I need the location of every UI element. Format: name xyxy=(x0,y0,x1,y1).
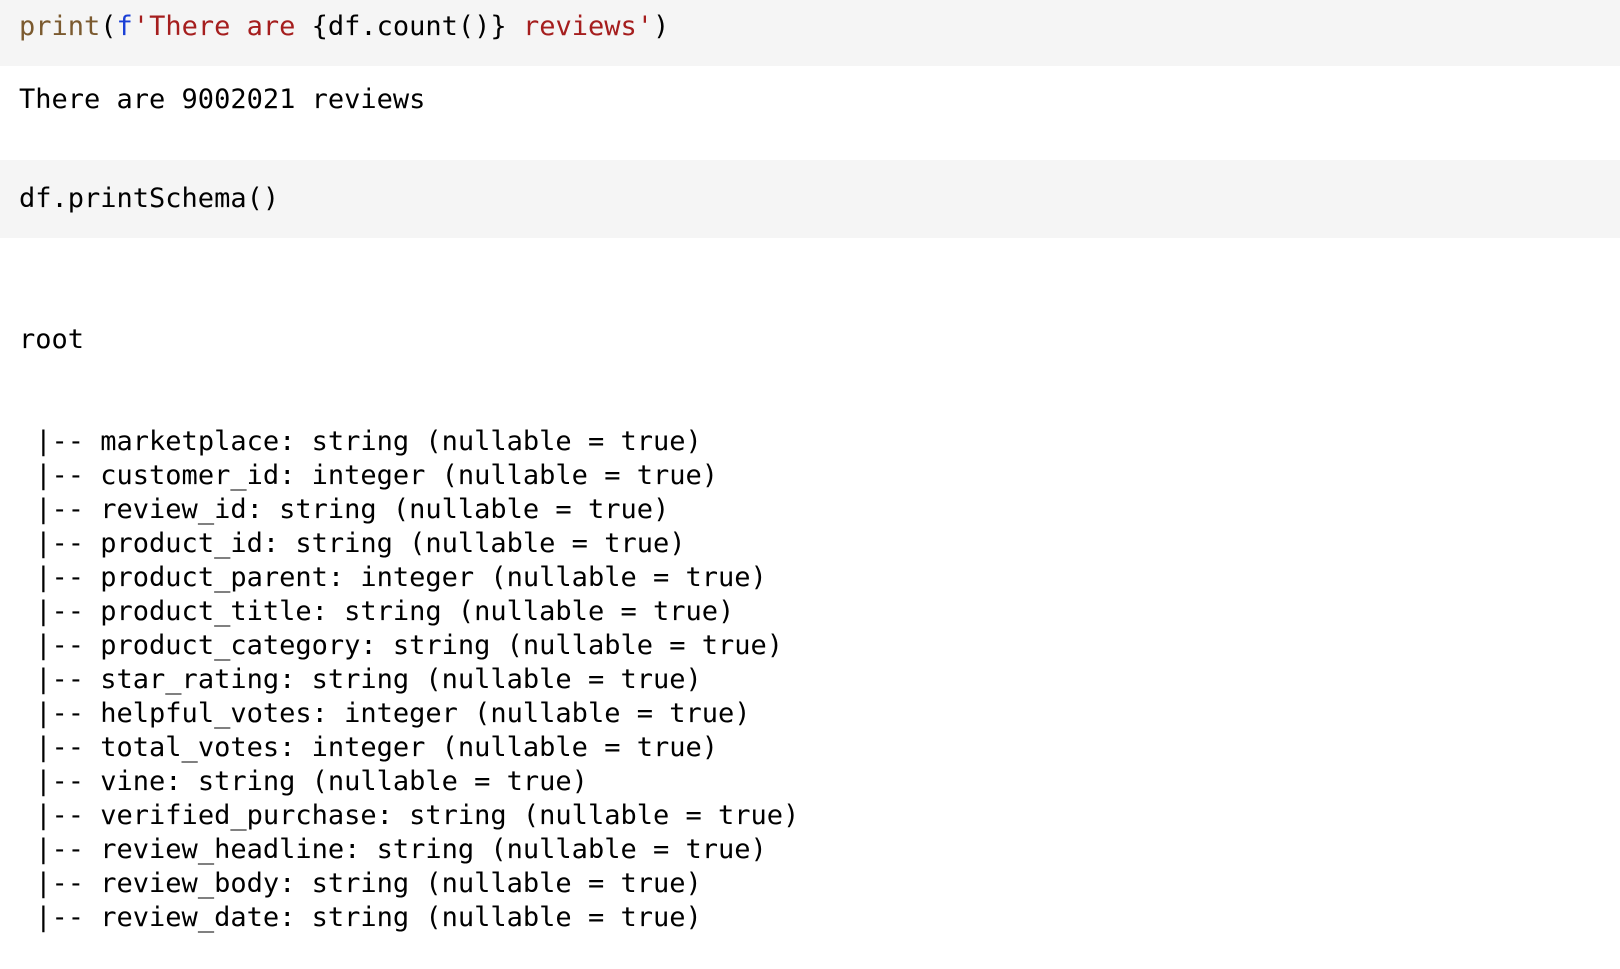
code-line-print[interactable]: print(f'There are {df.count()} reviews') xyxy=(19,10,669,44)
tree-branch-glyph: |-- xyxy=(19,528,101,559)
schema-field-row: |-- product_category: string (nullable =… xyxy=(19,629,799,663)
schema-field-row: |-- verified_purchase: string (nullable … xyxy=(19,799,799,833)
schema-field-row: |-- vine: string (nullable = true) xyxy=(19,765,799,799)
schema-field-row: |-- review_date: string (nullable = true… xyxy=(19,901,799,935)
schema-field-row: |-- marketplace: string (nullable = true… xyxy=(19,425,799,459)
code-token-expression: {df.count()} xyxy=(311,11,507,42)
tree-branch-glyph: |-- xyxy=(19,766,101,797)
schema-field-text: review_date: string (nullable = true) xyxy=(100,902,702,933)
tree-branch-glyph: |-- xyxy=(19,630,101,661)
tree-branch-glyph: |-- xyxy=(19,834,101,865)
schema-field-text: review_body: string (nullable = true) xyxy=(100,868,702,899)
schema-field-row: |-- review_id: string (nullable = true) xyxy=(19,493,799,527)
output-count: There are 9002021 reviews xyxy=(19,84,426,115)
code-line-print-schema[interactable]: df.printSchema() xyxy=(19,182,279,216)
code-cell-print-schema[interactable]: df.printSchema() xyxy=(0,160,1620,238)
schema-field-text: total_votes: integer (nullable = true) xyxy=(100,732,718,763)
tree-branch-glyph: |-- xyxy=(19,732,101,763)
schema-field-text: review_headline: string (nullable = true… xyxy=(100,834,767,865)
code-token-print-fn: print xyxy=(19,11,101,42)
tree-branch-glyph: |-- xyxy=(19,800,101,831)
tree-branch-glyph: |-- xyxy=(19,868,101,899)
schema-field-row: |-- total_votes: integer (nullable = tru… xyxy=(19,731,799,765)
schema-field-row: |-- review_headline: string (nullable = … xyxy=(19,833,799,867)
schema-field-text: customer_id: integer (nullable = true) xyxy=(100,460,718,491)
schema-field-text: product_title: string (nullable = true) xyxy=(100,596,735,627)
schema-field-row: |-- helpful_votes: integer (nullable = t… xyxy=(19,697,799,731)
code-token-close-paren: ) xyxy=(653,11,670,42)
schema-field-list: |-- marketplace: string (nullable = true… xyxy=(19,425,799,935)
schema-field-row: |-- product_title: string (nullable = tr… xyxy=(19,595,799,629)
schema-root-label: root xyxy=(19,324,85,355)
tree-branch-glyph: |-- xyxy=(19,494,101,525)
code-token-string-end: reviews' xyxy=(506,11,654,42)
code-token-string-start: 'There are xyxy=(132,11,312,42)
output-schema: root |-- marketplace: string (nullable =… xyxy=(19,255,799,969)
schema-field-text: marketplace: string (nullable = true) xyxy=(100,426,702,457)
tree-branch-glyph: |-- xyxy=(19,664,101,695)
code-token-open-paren: ( xyxy=(100,11,117,42)
code-token-fstring-prefix: f xyxy=(116,11,133,42)
schema-field-text: product_parent: integer (nullable = true… xyxy=(100,562,767,593)
tree-branch-glyph: |-- xyxy=(19,596,101,627)
tree-branch-glyph: |-- xyxy=(19,562,101,593)
schema-field-row: |-- customer_id: integer (nullable = tru… xyxy=(19,459,799,493)
schema-field-text: product_id: string (nullable = true) xyxy=(100,528,686,559)
schema-field-text: product_category: string (nullable = tru… xyxy=(100,630,784,661)
tree-branch-glyph: |-- xyxy=(19,426,101,457)
schema-field-row: |-- product_id: string (nullable = true) xyxy=(19,527,799,561)
schema-field-row: |-- review_body: string (nullable = true… xyxy=(19,867,799,901)
schema-field-row: |-- star_rating: string (nullable = true… xyxy=(19,663,799,697)
schema-field-row: |-- product_parent: integer (nullable = … xyxy=(19,561,799,595)
schema-field-text: helpful_votes: integer (nullable = true) xyxy=(100,698,751,729)
tree-branch-glyph: |-- xyxy=(19,698,101,729)
code-cell-count[interactable]: print(f'There are {df.count()} reviews') xyxy=(0,0,1620,66)
schema-field-text: star_rating: string (nullable = true) xyxy=(100,664,702,695)
tree-branch-glyph: |-- xyxy=(19,460,101,491)
schema-field-text: verified_purchase: string (nullable = tr… xyxy=(100,800,800,831)
tree-branch-glyph: |-- xyxy=(19,902,101,933)
schema-field-text: review_id: string (nullable = true) xyxy=(100,494,670,525)
schema-field-text: vine: string (nullable = true) xyxy=(100,766,588,797)
